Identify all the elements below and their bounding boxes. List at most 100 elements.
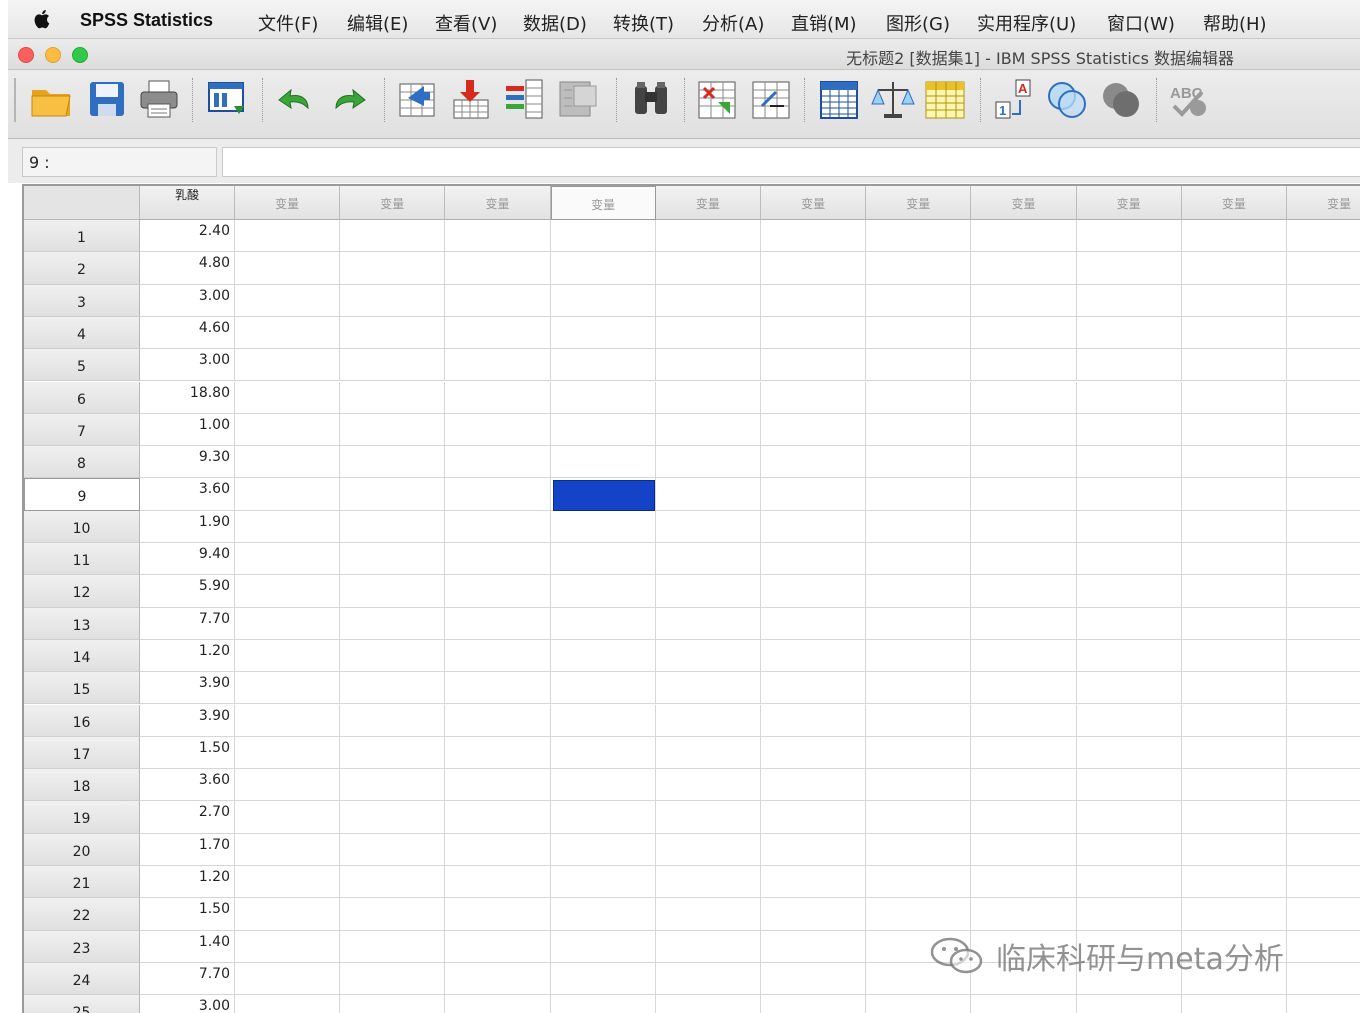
row-header[interactable]: 22 [24, 898, 140, 931]
empty-cell[interactable] [445, 704, 551, 737]
empty-cell[interactable] [866, 349, 972, 382]
menu-window[interactable]: 窗口(W) [1107, 10, 1175, 36]
empty-cell[interactable] [340, 510, 446, 543]
column-header-var[interactable]: 变量 [1287, 186, 1360, 220]
column-header-var[interactable]: 变量 [761, 186, 867, 220]
empty-cell[interactable] [445, 995, 551, 1013]
empty-cell[interactable] [1181, 769, 1287, 802]
empty-cell[interactable] [866, 220, 972, 253]
empty-cell[interactable] [761, 962, 867, 996]
column-header-var[interactable]: 变量 [971, 186, 1077, 220]
row-header[interactable]: 11 [24, 543, 140, 576]
empty-cell[interactable] [340, 381, 446, 414]
empty-cell[interactable] [761, 316, 867, 350]
data-cell-lactate[interactable]: 3.00 [140, 349, 235, 382]
empty-cell[interactable] [445, 543, 551, 576]
empty-cell[interactable] [1287, 446, 1360, 479]
empty-cell[interactable] [1076, 284, 1182, 317]
empty-cell[interactable] [340, 866, 446, 899]
empty-cell[interactable] [971, 284, 1077, 317]
empty-cell[interactable] [235, 639, 341, 673]
empty-cell[interactable] [340, 769, 446, 802]
empty-cell[interactable] [235, 801, 341, 834]
data-cell-lactate[interactable]: 1.20 [140, 639, 235, 673]
row-header[interactable]: 7 [24, 413, 140, 447]
empty-cell[interactable] [971, 639, 1077, 673]
empty-cell[interactable] [1181, 413, 1287, 447]
empty-cell[interactable] [445, 607, 551, 640]
empty-cell[interactable] [866, 413, 972, 447]
empty-cell[interactable] [971, 413, 1077, 447]
app-name[interactable]: SPSS Statistics [80, 10, 213, 31]
row-header[interactable]: 6 [24, 381, 140, 414]
menu-view[interactable]: 查看(V) [435, 10, 497, 36]
empty-cell[interactable] [655, 381, 761, 414]
empty-cell[interactable] [1076, 833, 1182, 866]
row-header[interactable]: 16 [24, 704, 140, 737]
empty-cell[interactable] [1287, 575, 1360, 608]
empty-cell[interactable] [1181, 284, 1287, 317]
insert-variable-icon[interactable] [748, 76, 794, 122]
data-cell-lactate[interactable]: 7.70 [140, 607, 235, 640]
empty-cell[interactable] [655, 316, 761, 350]
insert-cases-icon[interactable] [694, 76, 740, 122]
data-cell-lactate[interactable]: 3.60 [140, 478, 235, 511]
empty-cell[interactable] [1181, 543, 1287, 576]
empty-cell[interactable] [866, 446, 972, 479]
data-cell-lactate[interactable]: 2.70 [140, 801, 235, 834]
empty-cell[interactable] [235, 736, 341, 770]
empty-cell[interactable] [1287, 382, 1360, 414]
empty-cell[interactable] [1287, 640, 1360, 673]
empty-cell[interactable] [971, 898, 1077, 931]
print-icon[interactable] [136, 76, 182, 122]
empty-cell[interactable] [866, 543, 972, 576]
data-cell-lactate[interactable]: 3.90 [140, 704, 235, 737]
empty-cell[interactable] [445, 478, 551, 511]
menu-utilities[interactable]: 实用程序(U) [977, 10, 1076, 36]
empty-cell[interactable] [971, 349, 1077, 382]
show-all-variables-icon[interactable] [1098, 76, 1144, 122]
empty-cell[interactable] [1076, 704, 1182, 737]
empty-cell[interactable] [761, 672, 867, 705]
data-cell-lactate[interactable]: 1.50 [140, 736, 235, 770]
row-header[interactable]: 23 [24, 930, 140, 963]
empty-cell[interactable] [655, 639, 761, 673]
column-header-var[interactable]: 变量 [866, 186, 972, 220]
row-header[interactable]: 24 [24, 962, 140, 996]
row-header[interactable]: 13 [24, 607, 140, 640]
empty-cell[interactable] [235, 833, 341, 866]
empty-cell[interactable] [550, 962, 656, 996]
empty-cell[interactable] [866, 284, 972, 317]
empty-cell[interactable] [445, 801, 551, 834]
empty-cell[interactable] [1181, 252, 1287, 285]
empty-cell[interactable] [761, 736, 867, 770]
empty-cell[interactable] [971, 478, 1077, 511]
empty-cell[interactable] [551, 995, 656, 1013]
empty-cell[interactable] [235, 607, 341, 640]
column-header-var[interactable]: 变量 [1181, 186, 1287, 220]
empty-cell[interactable] [235, 769, 341, 802]
row-header[interactable]: 5 [24, 349, 140, 382]
empty-cell[interactable] [445, 575, 551, 608]
data-cell-lactate[interactable]: 1.70 [140, 833, 235, 866]
data-cell-lactate[interactable]: 3.90 [140, 672, 235, 705]
row-header[interactable]: 3 [24, 284, 140, 317]
empty-cell[interactable] [761, 510, 867, 543]
menu-edit[interactable]: 编辑(E) [347, 10, 408, 36]
empty-cell[interactable] [971, 736, 1077, 770]
empty-cell[interactable] [1181, 316, 1287, 350]
empty-cell[interactable] [971, 446, 1077, 479]
empty-cell[interactable] [866, 639, 972, 673]
empty-cell[interactable] [971, 510, 1077, 543]
row-header[interactable]: 1 [24, 220, 140, 253]
empty-cell[interactable] [445, 962, 551, 996]
empty-cell[interactable] [1181, 801, 1287, 834]
menu-help[interactable]: 帮助(H) [1203, 10, 1267, 36]
empty-cell[interactable] [1181, 381, 1287, 414]
empty-cell[interactable] [866, 607, 972, 640]
empty-cell[interactable] [445, 446, 551, 479]
empty-cell[interactable] [971, 866, 1077, 899]
empty-cell[interactable] [340, 898, 446, 931]
empty-cell[interactable] [1287, 285, 1360, 317]
empty-cell[interactable] [971, 381, 1077, 414]
